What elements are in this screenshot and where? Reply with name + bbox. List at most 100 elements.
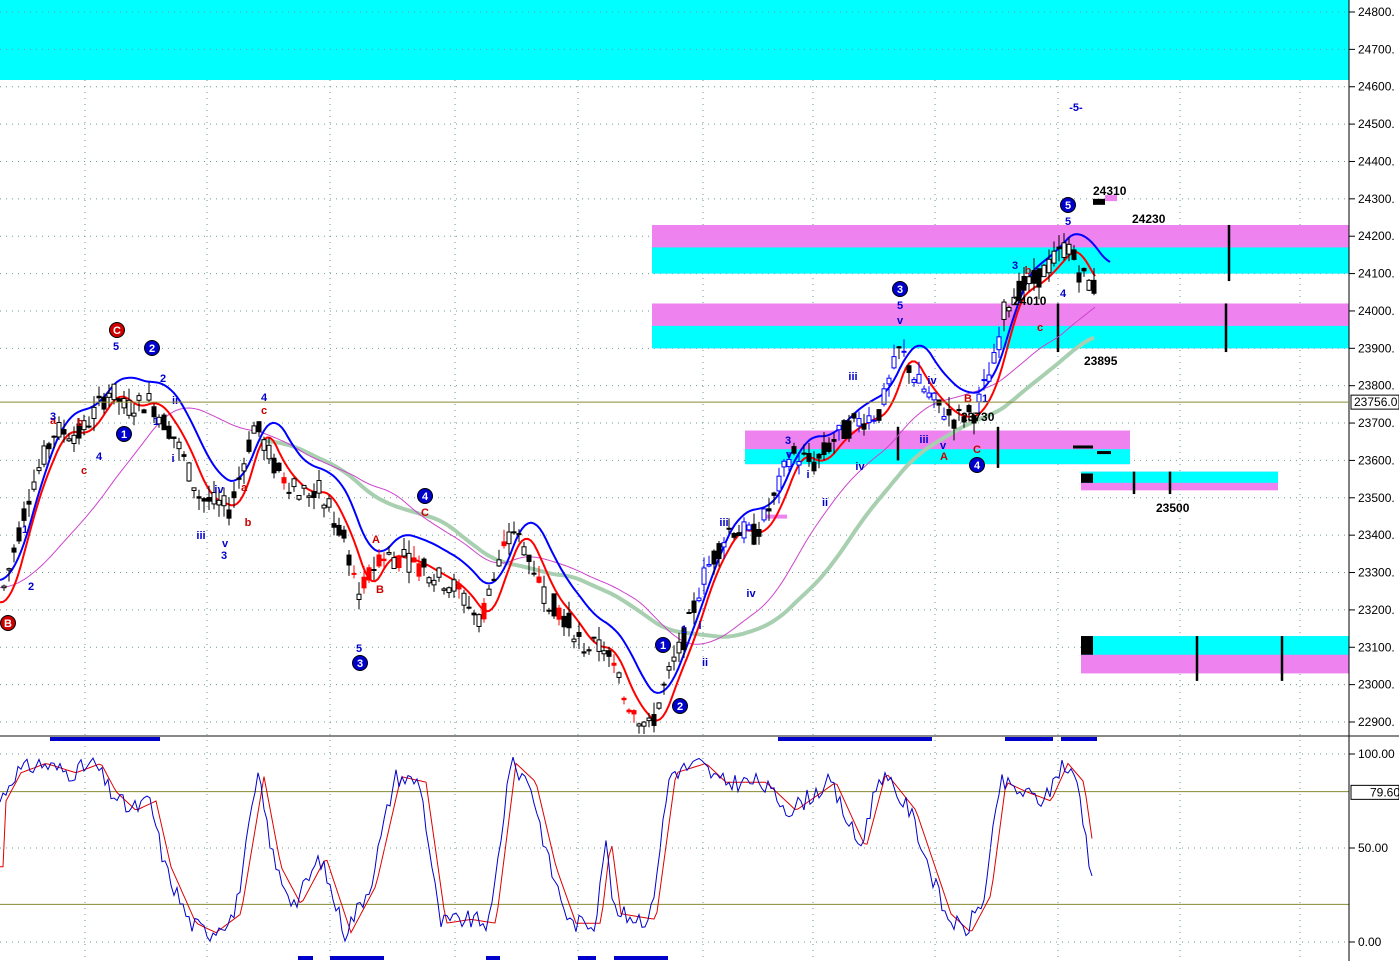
candle-body xyxy=(801,452,807,455)
candle-body xyxy=(721,542,727,548)
candle-body xyxy=(41,445,47,465)
candle-body xyxy=(176,441,182,450)
wave-text-label: 3 xyxy=(50,411,56,423)
candle-body xyxy=(161,414,167,431)
wave-text-label: b xyxy=(1025,265,1032,277)
price-tick-label: 23900. xyxy=(1358,341,1395,355)
candle-body xyxy=(1051,250,1057,264)
price-tick-label: 24200. xyxy=(1358,229,1395,243)
candle-body xyxy=(526,554,532,562)
candle-body xyxy=(536,576,542,583)
price-tick-label: 24600. xyxy=(1358,80,1395,94)
price-tick-label: 24400. xyxy=(1358,154,1395,168)
candle-body xyxy=(826,442,832,452)
candle-body xyxy=(96,395,102,399)
candle-body xyxy=(981,379,987,382)
candle-body xyxy=(946,409,952,416)
candle-body xyxy=(1041,264,1047,278)
price-chart-canvas[interactable]: 243102423023895235002401023730 BC2131234… xyxy=(0,0,1399,961)
candle-body xyxy=(906,365,912,373)
signal-bar xyxy=(614,956,668,960)
candle-body xyxy=(481,602,487,620)
candle-body xyxy=(486,588,492,596)
candle-body xyxy=(111,383,117,401)
candle-body xyxy=(381,558,387,562)
candle-body xyxy=(411,557,417,563)
wave-text-label: iii xyxy=(719,517,728,529)
candle-body xyxy=(816,453,822,459)
candle-body xyxy=(546,609,552,612)
candle-body xyxy=(576,631,582,637)
candle-body xyxy=(496,559,502,567)
candle-body xyxy=(1021,275,1027,291)
wave-text-label: iii xyxy=(848,371,857,383)
candle-body xyxy=(141,409,147,414)
candle-body xyxy=(241,463,247,472)
price-zone xyxy=(1081,471,1278,483)
candle-body xyxy=(446,587,452,594)
wave-text-label: a xyxy=(241,482,248,494)
price-level-label: 23895 xyxy=(1084,354,1118,368)
candle-body xyxy=(626,709,632,713)
candle-body xyxy=(531,572,537,575)
candle-body xyxy=(931,392,937,401)
candle-body xyxy=(911,379,917,383)
candle-body xyxy=(831,439,837,442)
candle-body xyxy=(501,541,507,547)
wave-text-label: 2 xyxy=(28,581,34,593)
signal-bar xyxy=(298,956,313,960)
candle-body xyxy=(106,392,112,398)
candle-body xyxy=(791,446,797,454)
oscillator-tick-label: 100.00 xyxy=(1358,747,1395,761)
wave-text-label: i xyxy=(806,469,809,481)
candle-body xyxy=(166,425,172,439)
candle-body xyxy=(101,396,107,410)
candle-body xyxy=(711,550,717,565)
candle-body xyxy=(181,454,187,457)
candle-body xyxy=(996,336,1002,351)
candle-body xyxy=(426,577,432,584)
candle-body xyxy=(591,636,597,639)
wave-text-label: c xyxy=(261,405,267,417)
candle-body xyxy=(301,484,307,489)
candle-body xyxy=(236,477,242,480)
signal-bar xyxy=(330,956,384,960)
wave-circle-label: 1 xyxy=(121,429,127,441)
candle-body xyxy=(696,597,702,602)
candle-body xyxy=(561,615,567,628)
candle-body xyxy=(686,612,692,615)
candle-body xyxy=(606,650,612,657)
candle-body xyxy=(596,639,602,652)
candle-body xyxy=(61,429,67,435)
candle-body xyxy=(581,651,587,654)
candle-body xyxy=(656,702,662,709)
wave-text-label: ii xyxy=(702,657,708,669)
candle-body xyxy=(516,533,522,536)
candle-body xyxy=(731,533,737,538)
zone-block xyxy=(1097,451,1111,455)
price-level-label: 24010 xyxy=(1013,294,1047,308)
candle-body xyxy=(366,567,372,581)
candle-body xyxy=(796,461,802,466)
candle-body xyxy=(186,462,192,482)
wave-text-label: B xyxy=(964,393,972,405)
candle-body xyxy=(121,398,127,409)
price-tick-label: 24800. xyxy=(1358,5,1395,19)
candle-body xyxy=(6,568,12,571)
candle-body xyxy=(71,434,77,445)
wave-text-label: 1 xyxy=(982,393,988,405)
wave-text-label: B xyxy=(376,584,384,596)
candle-body xyxy=(841,420,847,439)
candle-body xyxy=(751,523,757,545)
candle-body xyxy=(26,500,32,505)
wave-text-label: 4 xyxy=(96,451,103,463)
price-tick-label: 24000. xyxy=(1358,304,1395,318)
candle-body xyxy=(226,509,232,519)
candle-body xyxy=(1086,279,1092,291)
candle-body xyxy=(871,419,877,422)
candle-body xyxy=(821,442,827,456)
wave-circle-label: 2 xyxy=(149,343,155,355)
candle-body xyxy=(1046,258,1052,274)
signal-bar xyxy=(1005,737,1053,741)
candle-body xyxy=(406,552,412,573)
